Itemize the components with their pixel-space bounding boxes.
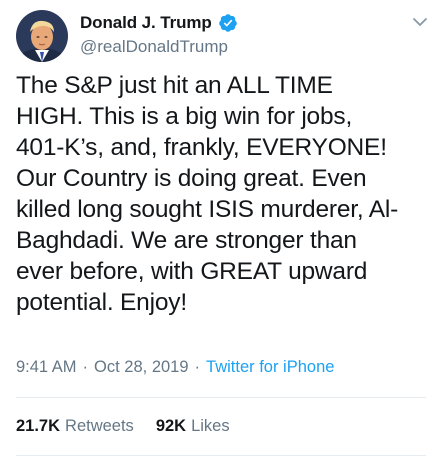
likes-count: 92K xyxy=(155,417,187,435)
divider xyxy=(16,455,426,456)
name-row: Donald J. Trump xyxy=(80,12,238,34)
meta-separator: · xyxy=(194,358,201,376)
avatar-image xyxy=(16,10,68,62)
likes-stat[interactable]: 92K Likes xyxy=(156,417,230,436)
likes-label: Likes xyxy=(191,417,230,435)
tweet-meta: 9:41 AM · Oct 28, 2019 · Twitter for iPh… xyxy=(16,358,334,377)
divider xyxy=(16,397,426,398)
tweet-time: 9:41 AM xyxy=(16,358,77,376)
tweet-header: Donald J. Trump @realDonaldTrump xyxy=(16,10,430,64)
retweets-count: 21.7K xyxy=(16,417,61,435)
avatar[interactable] xyxy=(16,10,68,62)
retweets-stat[interactable]: 21.7K Retweets xyxy=(16,417,134,436)
author-handle[interactable]: @realDonaldTrump xyxy=(80,37,238,57)
tweet-stats: 21.7K Retweets 92K Likes xyxy=(16,417,252,436)
meta-separator: · xyxy=(82,358,89,376)
user-info: Donald J. Trump @realDonaldTrump xyxy=(80,12,238,57)
author-name[interactable]: Donald J. Trump xyxy=(80,13,212,33)
tweet-source-link[interactable]: Twitter for iPhone xyxy=(206,358,334,377)
tweet-text: The S&P just hit an ALL TIME HIGH. This … xyxy=(16,72,399,316)
retweets-label: Retweets xyxy=(65,417,134,435)
verified-badge-icon xyxy=(218,13,238,33)
tweet-date[interactable]: Oct 28, 2019 xyxy=(94,358,188,377)
chevron-down-icon[interactable] xyxy=(410,12,430,32)
